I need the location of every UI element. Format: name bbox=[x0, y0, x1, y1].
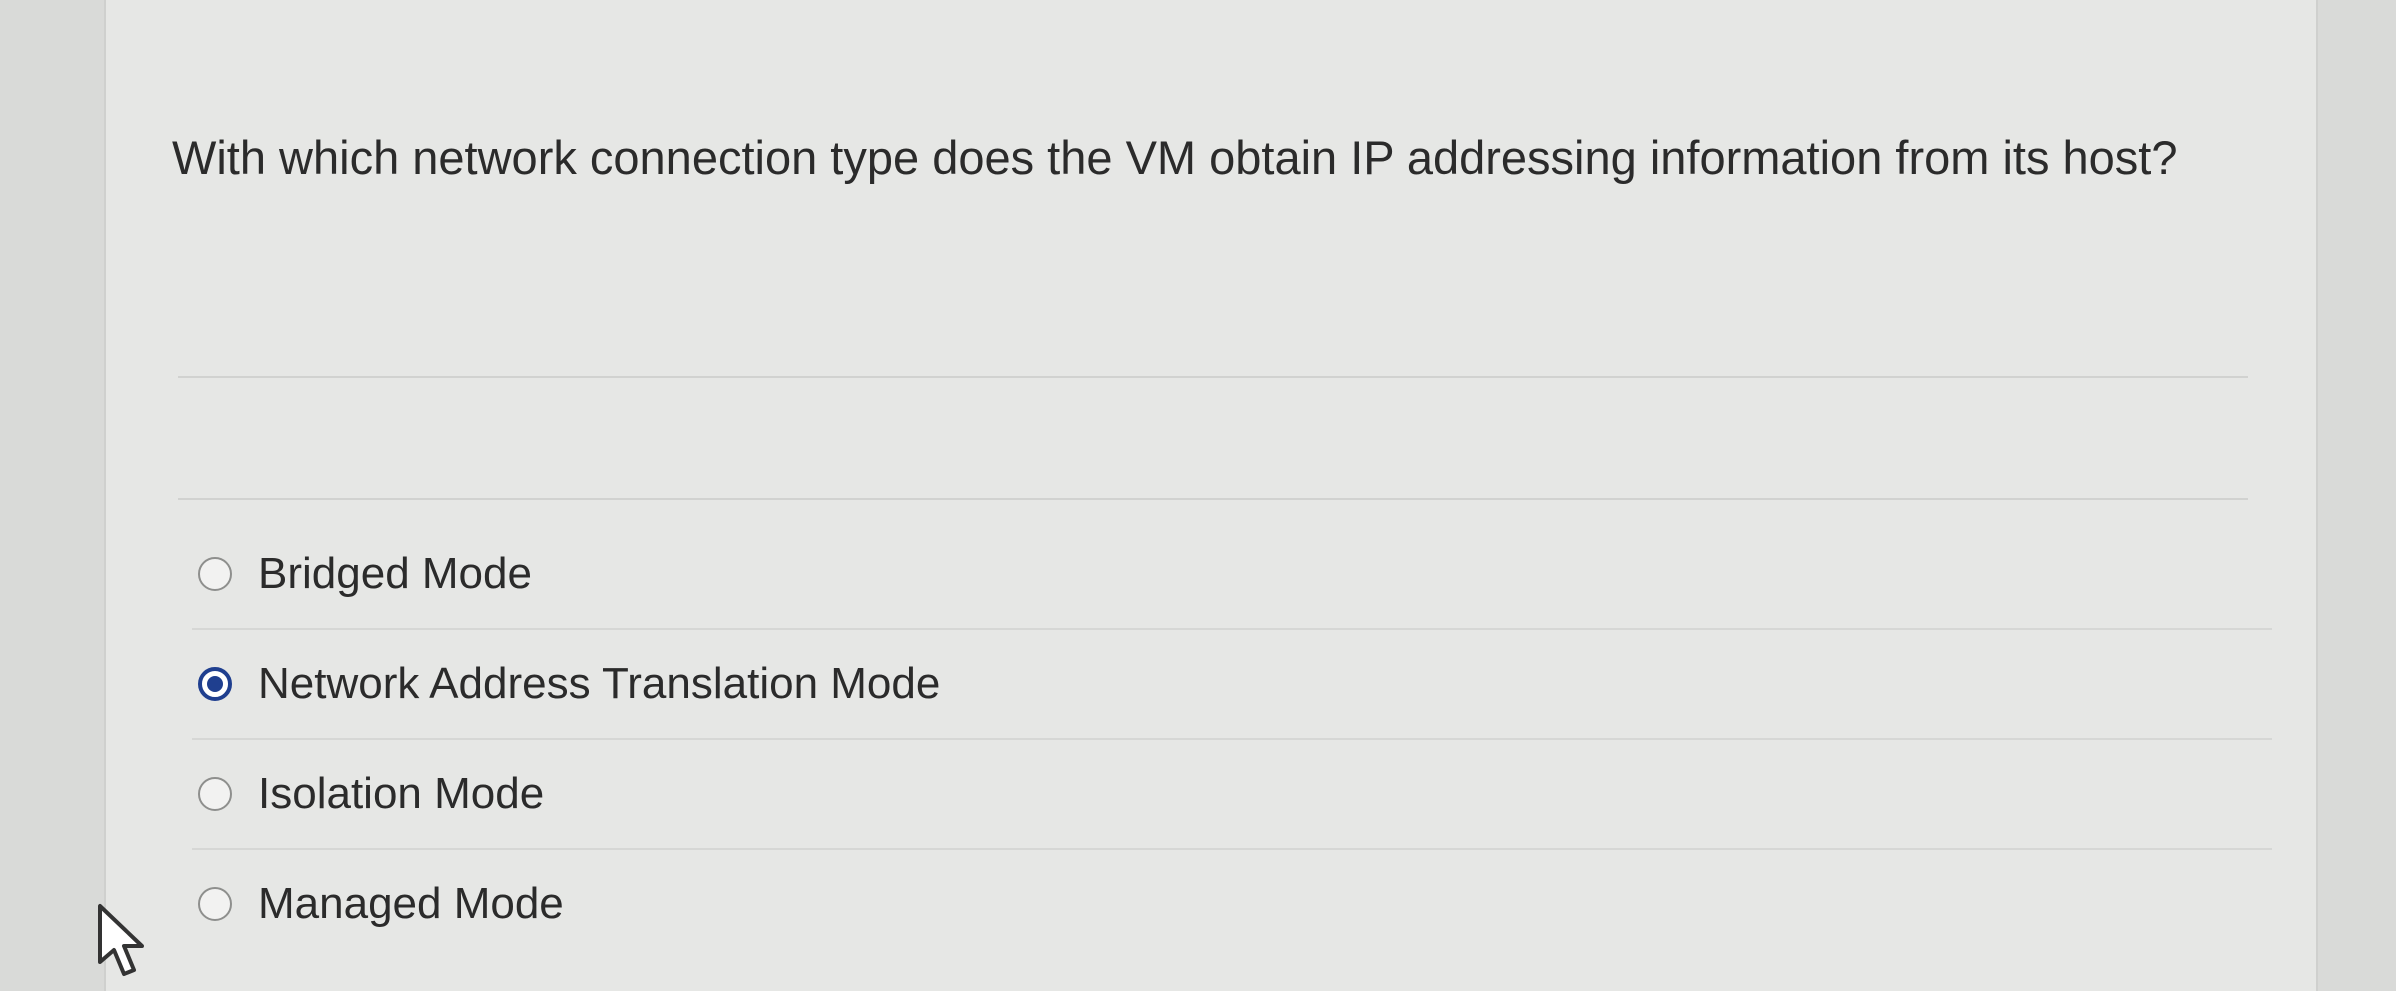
answer-options: Bridged Mode Network Address Translation… bbox=[192, 520, 2272, 958]
mouse-pointer-icon bbox=[98, 904, 144, 976]
option-label: Bridged Mode bbox=[258, 549, 532, 598]
option-label: Managed Mode bbox=[258, 879, 564, 928]
divider bbox=[178, 498, 2248, 500]
radio-button-icon[interactable] bbox=[198, 557, 232, 591]
option-network-address-translation-mode[interactable]: Network Address Translation Mode bbox=[192, 630, 2272, 740]
radio-button-icon[interactable] bbox=[198, 777, 232, 811]
question-text: With which network connection type does … bbox=[172, 131, 2178, 184]
question-panel: With which network connection type does … bbox=[104, 0, 2318, 991]
option-bridged-mode[interactable]: Bridged Mode bbox=[192, 520, 2272, 630]
radio-button-selected-icon[interactable] bbox=[198, 667, 232, 701]
divider bbox=[178, 376, 2248, 378]
option-label: Network Address Translation Mode bbox=[258, 659, 941, 708]
radio-button-icon[interactable] bbox=[198, 887, 232, 921]
screen: With which network connection type does … bbox=[0, 0, 2396, 991]
option-managed-mode[interactable]: Managed Mode bbox=[192, 850, 2272, 958]
option-isolation-mode[interactable]: Isolation Mode bbox=[192, 740, 2272, 850]
option-label: Isolation Mode bbox=[258, 769, 545, 818]
